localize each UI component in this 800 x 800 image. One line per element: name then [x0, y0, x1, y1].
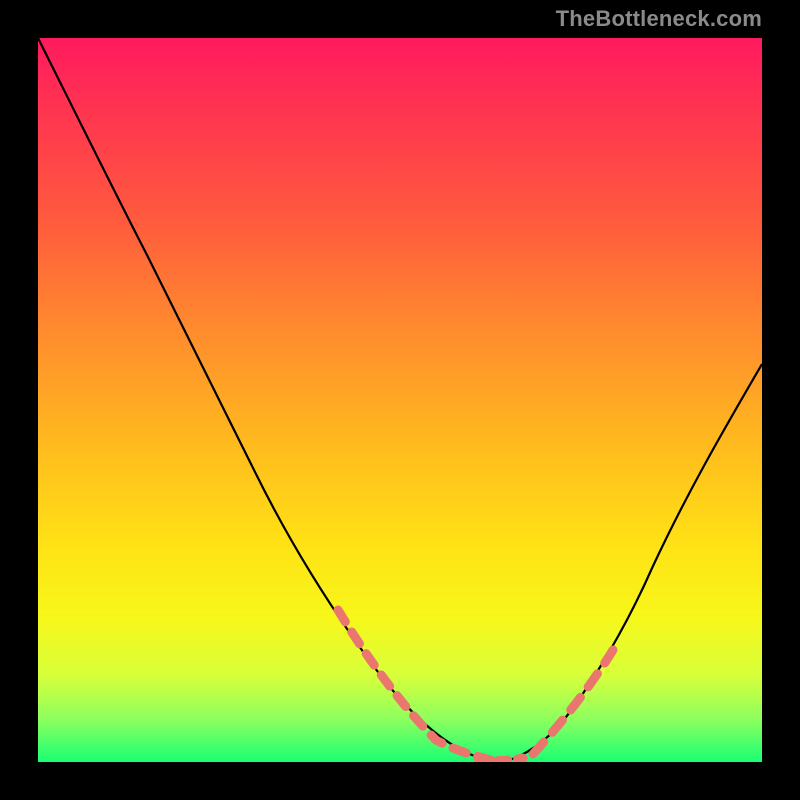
bottleneck-curve — [38, 38, 762, 762]
watermark-text: TheBottleneck.com — [556, 6, 762, 32]
curve-main — [38, 38, 762, 762]
highlight-dash-right — [533, 650, 613, 754]
chart-frame: TheBottleneck.com — [0, 0, 800, 800]
highlight-dash-left — [338, 610, 494, 761]
highlight-dash-bottom — [478, 758, 523, 761]
plot-area — [38, 38, 762, 762]
